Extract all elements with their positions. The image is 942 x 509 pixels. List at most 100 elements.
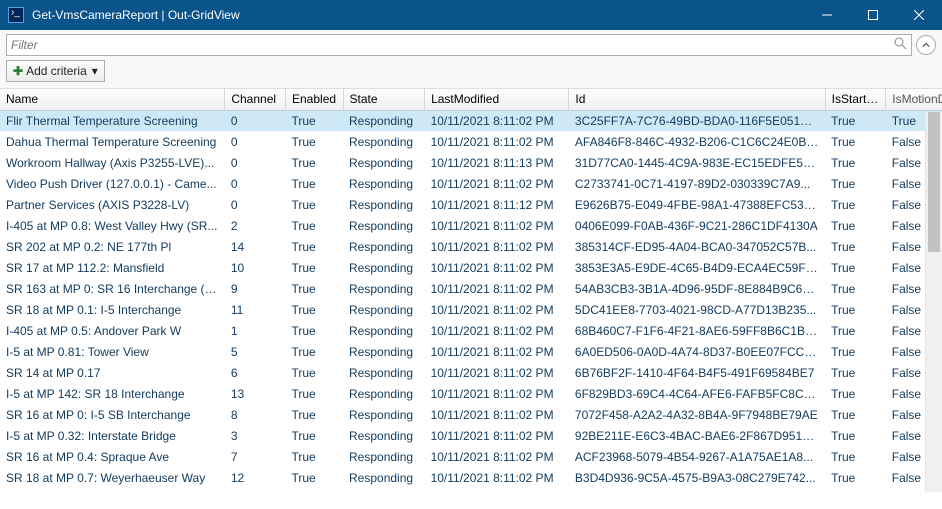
cell-enabled: True [286, 257, 344, 278]
collapse-toggle-button[interactable] [916, 35, 936, 55]
cell-name: I-5 at MP 0.81: Tower View [0, 341, 225, 362]
cell-id: 68B460C7-F1F6-4F21-8AE6-59FF8B6C1B8A [569, 320, 825, 341]
powershell-icon [8, 7, 24, 23]
plus-icon: ✚ [13, 64, 23, 78]
cell-id: 6A0ED506-0A0D-4A74-8D37-B0EE07FCC2... [569, 341, 825, 362]
cell-name: SR 14 at MP 0.17 [0, 362, 225, 383]
cell-id: 5DC41EE8-7703-4021-98CD-A77D13B235... [569, 299, 825, 320]
close-button[interactable] [896, 0, 942, 30]
cell-state: Responding [343, 320, 425, 341]
cell-lastmod: 10/11/2021 8:11:02 PM [425, 215, 569, 236]
table-row[interactable]: SR 202 at MP 0.2: NE 177th Pl14TrueRespo… [0, 236, 942, 257]
cell-name: SR 16 at MP 0.4: Spraque Ave [0, 446, 225, 467]
table-row[interactable]: Partner Services (AXIS P3228-LV)0TrueRes… [0, 194, 942, 215]
filter-input[interactable] [11, 38, 890, 52]
cell-isstarted: True [825, 131, 886, 152]
cell-lastmod: 10/11/2021 8:11:12 PM [425, 194, 569, 215]
table-row[interactable]: Video Push Driver (127.0.0.1) - Came...0… [0, 173, 942, 194]
criteria-bar: ✚ Add criteria ▾ [0, 58, 942, 88]
cell-id: E9626B75-E049-4FBE-98A1-47388EFC53BD [569, 194, 825, 215]
cell-channel: 10 [225, 257, 286, 278]
table-row[interactable]: Workroom Hallway (Axis P3255-LVE)...0Tru… [0, 152, 942, 173]
cell-isstarted: True [825, 320, 886, 341]
cell-state: Responding [343, 467, 425, 488]
cell-lastmod: 10/11/2021 8:11:02 PM [425, 110, 569, 131]
cell-name: I-5 at MP 142: SR 18 Interchange [0, 383, 225, 404]
cell-lastmod: 10/11/2021 8:11:02 PM [425, 320, 569, 341]
cell-name: SR 163 at MP 0: SR 16 Interchange (P... [0, 278, 225, 299]
add-criteria-button[interactable]: ✚ Add criteria ▾ [6, 60, 105, 82]
table-row[interactable]: SR 18 at MP 0.7: Weyerhaeuser Way12TrueR… [0, 467, 942, 488]
cell-channel: 2 [225, 215, 286, 236]
cell-enabled: True [286, 383, 344, 404]
cell-isstarted: True [825, 110, 886, 131]
cell-enabled: True [286, 194, 344, 215]
cell-lastmod: 10/11/2021 8:11:13 PM [425, 152, 569, 173]
table-row[interactable]: I-5 at MP 0.32: Interstate Bridge3TrueRe… [0, 425, 942, 446]
cell-name: I-405 at MP 0.8: West Valley Hwy (SR... [0, 215, 225, 236]
cell-state: Responding [343, 131, 425, 152]
filter-box[interactable] [6, 34, 912, 56]
cell-id: 54AB3CB3-3B1A-4D96-95DF-8E884B9C6B... [569, 278, 825, 299]
search-icon[interactable] [894, 37, 907, 53]
cell-name: Video Push Driver (127.0.0.1) - Came... [0, 173, 225, 194]
table-row[interactable]: SR 14 at MP 0.176TrueResponding10/11/202… [0, 362, 942, 383]
cell-name: SR 18 at MP 0.1: I-5 Interchange [0, 299, 225, 320]
table-row[interactable]: SR 16 at MP 0.4: Spraque Ave7TrueRespond… [0, 446, 942, 467]
table-row[interactable]: Flir Thermal Temperature Screening0TrueR… [0, 110, 942, 131]
minimize-button[interactable] [804, 0, 850, 30]
cell-channel: 0 [225, 173, 286, 194]
cell-state: Responding [343, 362, 425, 383]
table-row[interactable]: I-5 at MP 0.81: Tower View5TrueRespondin… [0, 341, 942, 362]
table-row[interactable]: I-5 at MP 142: SR 18 Interchange13TrueRe… [0, 383, 942, 404]
scrollbar-thumb[interactable] [928, 112, 940, 252]
filter-bar [0, 30, 942, 58]
cell-lastmod: 10/11/2021 8:11:02 PM [425, 278, 569, 299]
cell-channel: 8 [225, 404, 286, 425]
cell-lastmod: 10/11/2021 8:11:02 PM [425, 299, 569, 320]
results-table: Name Channel Enabled State LastModified … [0, 89, 942, 488]
header-row: Name Channel Enabled State LastModified … [0, 89, 942, 110]
table-row[interactable]: SR 18 at MP 0.1: I-5 Interchange11TrueRe… [0, 299, 942, 320]
grid-scroll[interactable]: Name Channel Enabled State LastModified … [0, 89, 942, 509]
cell-isstarted: True [825, 404, 886, 425]
cell-isstarted: True [825, 236, 886, 257]
cell-state: Responding [343, 152, 425, 173]
cell-enabled: True [286, 425, 344, 446]
col-header-name[interactable]: Name [0, 89, 225, 110]
table-row[interactable]: I-405 at MP 0.5: Andover Park W1TrueResp… [0, 320, 942, 341]
col-header-ismotion[interactable]: IsMotionDe▲ [886, 89, 942, 110]
col-header-state[interactable]: State [343, 89, 425, 110]
col-header-id[interactable]: Id [569, 89, 825, 110]
cell-state: Responding [343, 257, 425, 278]
col-header-isstarted[interactable]: IsStarted [825, 89, 886, 110]
cell-enabled: True [286, 362, 344, 383]
cell-id: 385314CF-ED95-4A04-BCA0-347052C57B... [569, 236, 825, 257]
table-row[interactable]: SR 17 at MP 112.2: Mansfield10TrueRespon… [0, 257, 942, 278]
cell-isstarted: True [825, 341, 886, 362]
table-row[interactable]: I-405 at MP 0.8: West Valley Hwy (SR...2… [0, 215, 942, 236]
cell-lastmod: 10/11/2021 8:11:02 PM [425, 383, 569, 404]
maximize-button[interactable] [850, 0, 896, 30]
cell-state: Responding [343, 173, 425, 194]
add-criteria-label: Add criteria [26, 64, 87, 78]
cell-id: AFA846F8-846C-4932-B206-C1C6C24E0B5F [569, 131, 825, 152]
table-row[interactable]: SR 16 at MP 0: I-5 SB Interchange8TrueRe… [0, 404, 942, 425]
table-row[interactable]: Dahua Thermal Temperature Screening0True… [0, 131, 942, 152]
cell-id: 6F829BD3-69C4-4C64-AFE6-FAFB5FC8C256 [569, 383, 825, 404]
cell-state: Responding [343, 404, 425, 425]
vertical-scrollbar[interactable] [925, 112, 942, 492]
col-header-channel[interactable]: Channel [225, 89, 286, 110]
cell-isstarted: True [825, 194, 886, 215]
col-header-enabled[interactable]: Enabled [286, 89, 344, 110]
cell-name: SR 202 at MP 0.2: NE 177th Pl [0, 236, 225, 257]
cell-state: Responding [343, 425, 425, 446]
cell-name: Workroom Hallway (Axis P3255-LVE)... [0, 152, 225, 173]
cell-lastmod: 10/11/2021 8:11:02 PM [425, 341, 569, 362]
cell-channel: 6 [225, 362, 286, 383]
cell-channel: 7 [225, 446, 286, 467]
table-row[interactable]: SR 163 at MP 0: SR 16 Interchange (P...9… [0, 278, 942, 299]
cell-lastmod: 10/11/2021 8:11:02 PM [425, 425, 569, 446]
cell-enabled: True [286, 278, 344, 299]
col-header-lastmodified[interactable]: LastModified [425, 89, 569, 110]
